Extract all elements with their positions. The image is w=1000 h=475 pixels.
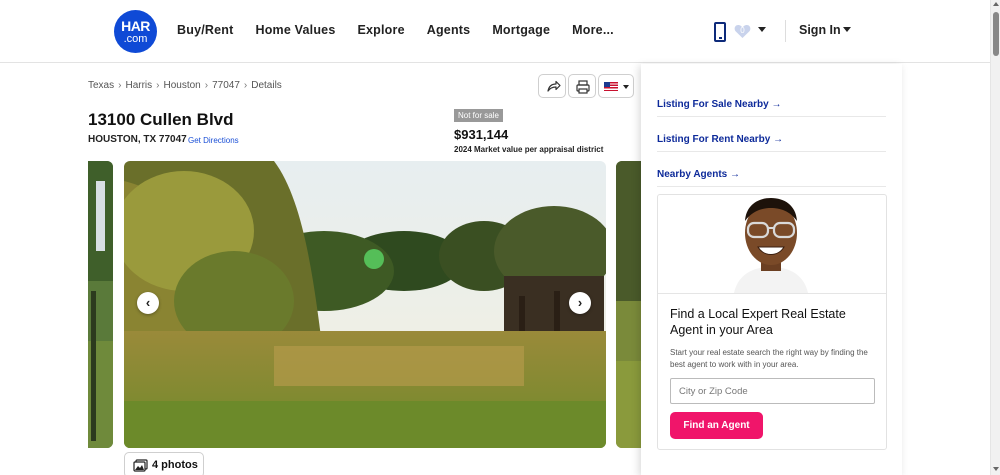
listing-city: HOUSTON, TX 77047	[88, 134, 187, 145]
breadcrumb-zip[interactable]: 77047	[212, 80, 240, 91]
us-flag-icon	[604, 82, 618, 91]
breadcrumb-houston[interactable]: Houston	[163, 80, 200, 91]
nav-buy-rent[interactable]: Buy/Rent	[177, 23, 233, 37]
photos-icon	[133, 458, 148, 472]
city-zip-input[interactable]	[670, 378, 875, 404]
chevron-right-icon: ›	[204, 80, 209, 91]
nearby-panel: Listing For Sale Nearby → Listing For Re…	[641, 64, 902, 475]
print-button[interactable]	[568, 74, 596, 98]
favorites-heart-icon[interactable]: 0	[734, 24, 751, 39]
find-an-agent-button[interactable]: Find an Agent	[670, 412, 763, 439]
header-divider	[785, 20, 786, 42]
nav-home-values[interactable]: Home Values	[255, 23, 335, 37]
nav-more[interactable]: More...	[572, 23, 614, 37]
scroll-up-arrow-icon[interactable]	[993, 2, 999, 6]
listing-address: 13100 Cullen Blvd	[88, 110, 234, 129]
find-agent-card: Find a Local Expert Real Estate Agent in…	[657, 194, 887, 450]
chevron-down-icon[interactable]	[843, 27, 851, 32]
previous-photo-thumbnail[interactable]	[88, 161, 113, 448]
price-note: 2024 Market value per appraisal district	[454, 145, 604, 154]
language-selector[interactable]	[598, 74, 634, 98]
panel-divider	[657, 151, 886, 152]
har-logo[interactable]: HAR .com	[114, 10, 157, 53]
chevron-left-icon: ‹	[145, 295, 151, 310]
sign-in-button[interactable]: Sign In	[799, 23, 841, 37]
scrollbar-thumb[interactable]	[993, 12, 999, 56]
nav-explore[interactable]: Explore	[357, 23, 404, 37]
card-title: Find a Local Expert Real Estate Agent in…	[670, 307, 846, 337]
next-photo-button[interactable]: ›	[569, 292, 591, 314]
chevron-right-icon: ›	[118, 80, 122, 91]
nearby-agents-link[interactable]: Nearby Agents →	[657, 169, 740, 180]
chevron-down-icon[interactable]	[758, 27, 766, 32]
panel-divider	[657, 116, 886, 117]
nav-mortgage[interactable]: Mortgage	[492, 23, 550, 37]
share-button[interactable]	[538, 74, 566, 98]
status-badge: Not for sale	[454, 109, 503, 122]
previous-photo-button[interactable]: ‹	[137, 292, 159, 314]
printer-icon	[576, 80, 590, 94]
chevron-right-icon: ›	[577, 295, 583, 310]
logo-text-top: HAR	[121, 18, 150, 34]
listing-for-sale-nearby-link[interactable]: Listing For Sale Nearby →	[657, 99, 781, 110]
view-photos-button[interactable]: 4 photos	[124, 452, 204, 475]
panel-divider	[657, 186, 886, 187]
chevron-right-icon: ›	[243, 80, 248, 91]
listing-for-rent-nearby-link[interactable]: Listing For Rent Nearby →	[657, 134, 783, 145]
favorites-count: 0	[740, 26, 745, 35]
main-listing-photo[interactable]	[124, 161, 606, 448]
breadcrumb-texas[interactable]: Texas	[88, 80, 114, 91]
card-description: Start your real estate search the right …	[670, 348, 868, 369]
get-directions-link[interactable]: Get Directions	[188, 136, 239, 145]
share-icon	[547, 80, 561, 92]
next-photo-thumbnail[interactable]	[616, 161, 641, 448]
breadcrumb: Texas › Harris › Houston › 77047 › Details	[88, 80, 282, 91]
nav-agents[interactable]: Agents	[427, 23, 471, 37]
scroll-down-arrow-icon[interactable]	[993, 467, 999, 471]
card-divider	[658, 293, 886, 294]
site-header: HAR .com Buy/Rent Home Values Explore Ag…	[0, 0, 990, 63]
breadcrumb-details: Details	[251, 80, 282, 91]
photos-count: 4 photos	[152, 459, 198, 471]
chevron-right-icon: ›	[156, 80, 160, 91]
breadcrumb-harris[interactable]: Harris	[125, 80, 152, 91]
listing-price: $931,144	[454, 127, 509, 142]
logo-text-bottom: .com	[123, 33, 148, 45]
main-nav: Buy/Rent Home Values Explore Agents Mort…	[177, 23, 636, 37]
chevron-down-icon	[623, 85, 629, 89]
mobile-phone-icon[interactable]	[714, 22, 726, 42]
page-scrollbar[interactable]	[990, 0, 1000, 475]
agent-photo	[730, 195, 812, 293]
